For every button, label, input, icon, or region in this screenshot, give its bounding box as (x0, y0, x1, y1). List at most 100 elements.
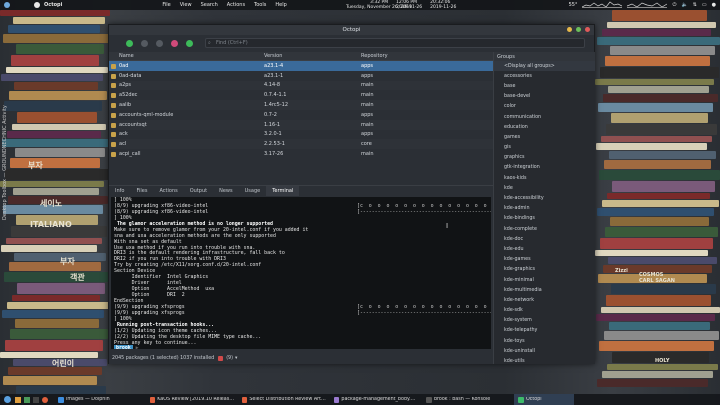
list-item[interactable]: kde-doc (494, 234, 595, 244)
list-item[interactable]: kde-utils (494, 356, 595, 366)
tab-news[interactable]: News (213, 186, 239, 196)
maximize-icon[interactable] (576, 27, 581, 32)
tab-output[interactable]: Output (184, 186, 213, 196)
activity-icon[interactable] (15, 396, 21, 403)
wallpaper-book (2, 310, 104, 318)
sync-icon[interactable] (126, 39, 133, 47)
column-name[interactable]: Name (109, 53, 264, 59)
app-menu-icon[interactable] (4, 2, 10, 8)
rollback-icon[interactable] (156, 39, 163, 47)
menu-file[interactable]: File (162, 2, 170, 8)
taskbar-task[interactable]: Octopi (514, 394, 574, 405)
wallpaper-book (609, 322, 710, 330)
list-item[interactable]: games (494, 132, 595, 142)
list-item[interactable]: kde-network (494, 295, 595, 305)
wallpaper-book (5, 340, 103, 351)
package-name: a2ps (109, 82, 264, 89)
column-repository[interactable]: Repository (361, 53, 493, 59)
find-input[interactable]: ⌕ Find (Ctrl+F) (205, 38, 585, 48)
list-item[interactable]: kde-graphics (494, 265, 595, 275)
tab-usage[interactable]: Usage (239, 186, 267, 196)
table-row[interactable]: a2ps 4.14-8 main (109, 80, 493, 91)
list-item[interactable]: education (494, 122, 595, 132)
list-item[interactable]: <Display all groups> (494, 61, 595, 72)
wallpaper-book (0, 181, 104, 187)
dropdown-icon[interactable]: ▾ (235, 356, 237, 361)
list-item[interactable]: kde-minimal (494, 275, 595, 285)
browser-icon[interactable] (42, 396, 48, 403)
wallpaper-book (610, 217, 709, 226)
list-item[interactable]: kde-games (494, 255, 595, 265)
tab-info[interactable]: Info (109, 186, 130, 196)
table-row[interactable]: 0ad a23.1-4 apps (109, 61, 493, 71)
table-row[interactable]: aalib 1.4rc5-12 main (109, 100, 493, 110)
menu-view[interactable]: View (180, 2, 192, 8)
launcher-icon[interactable] (4, 396, 11, 403)
network-icon[interactable]: ⇅ (693, 2, 697, 8)
wallpaper-book (10, 329, 108, 339)
column-version[interactable]: Version (264, 53, 361, 59)
wallpaper-book (1, 74, 103, 81)
table-row[interactable]: acl 2.2.53-1 core (109, 139, 493, 150)
taskbar-task[interactable]: images — Dolphin (54, 394, 146, 405)
taskbar-task[interactable]: Select Distribution Review Article ... (238, 394, 330, 405)
tab-terminal[interactable]: Terminal (266, 186, 300, 196)
wallpaper-book (5, 169, 109, 180)
table-row[interactable]: a52dec 0.7.4-1.1 main (109, 90, 493, 100)
tab-actions[interactable]: Actions (153, 186, 183, 196)
battery-icon[interactable]: ▭ (702, 2, 707, 8)
commit-icon[interactable] (141, 39, 148, 47)
window-title: Octopi (342, 27, 361, 33)
list-item[interactable]: base (494, 81, 595, 91)
list-item[interactable]: kde-system (494, 316, 595, 326)
list-item[interactable]: kde-edu (494, 244, 595, 254)
table-row[interactable]: accounts-qml-module 0.7-2 apps (109, 110, 493, 120)
menu-actions[interactable]: Actions (227, 2, 245, 8)
window-titlebar[interactable]: Octopi (109, 25, 594, 35)
list-item[interactable]: kde-admin (494, 204, 595, 214)
terminal-icon[interactable] (186, 39, 193, 47)
menu-tools[interactable]: Tools (254, 2, 266, 8)
menu-search[interactable]: Search (201, 2, 218, 8)
table-row[interactable]: ack 3.2.0-1 apps (109, 130, 493, 140)
wallpaper-book (3, 376, 97, 385)
package-icon (111, 73, 116, 79)
table-row[interactable]: 0ad-data a23.1-1 apps (109, 71, 493, 81)
taskbar-task[interactable]: brook : bash — Konsole (422, 394, 514, 405)
menu-help[interactable]: Help (275, 2, 286, 8)
tab-files[interactable]: Files (130, 186, 153, 196)
list-item[interactable]: graphics (494, 153, 595, 163)
system-upgrade-icon[interactable] (171, 39, 178, 47)
package-name: accounts-qml-module (109, 112, 264, 118)
taskbar-task[interactable]: package-management_body.html... (330, 394, 422, 405)
list-item[interactable]: color (494, 102, 595, 112)
list-item[interactable]: kde-telepathy (494, 326, 595, 336)
close-icon[interactable] (585, 27, 590, 32)
files-icon[interactable] (24, 396, 30, 403)
list-item[interactable]: kde-bindings (494, 214, 595, 224)
list-item[interactable]: kde-sdk (494, 306, 595, 316)
list-item[interactable]: kaos-kids (494, 173, 595, 183)
wallpaper-book (13, 17, 105, 24)
notifications-icon[interactable]: ● (712, 2, 716, 8)
terminal-output[interactable]: ] 100% (8/9) upgrading xf86-video-intel [c… (111, 197, 491, 349)
list-item[interactable]: gis (494, 143, 595, 153)
list-item[interactable]: gtk-integration (494, 163, 595, 173)
list-item[interactable]: kde-multimedia (494, 285, 595, 295)
table-row[interactable]: acpi_call 3.17-26 main (109, 149, 493, 159)
outdated-count[interactable]: (9) (226, 356, 233, 361)
list-item[interactable]: communication (494, 112, 595, 122)
list-item[interactable]: kde-accessibility (494, 193, 595, 203)
table-row[interactable]: accountsqt 1.16-1 main (109, 119, 493, 130)
volume-icon[interactable]: 🔈 (681, 2, 687, 8)
list-item[interactable]: accessories (494, 71, 595, 81)
power-icon[interactable]: ⏻ (672, 2, 676, 8)
minimize-icon[interactable] (567, 27, 572, 32)
terminal-launcher-icon[interactable] (33, 396, 39, 403)
list-item[interactable]: kde-toys (494, 336, 595, 346)
list-item[interactable]: kde (494, 183, 595, 193)
list-item[interactable]: kde-complete (494, 224, 595, 234)
list-item[interactable]: base-devel (494, 92, 595, 102)
taskbar-task[interactable]: KaOS Review [2019.10 Release] Ka... (146, 394, 238, 405)
list-item[interactable]: kde-uninstall (494, 346, 595, 356)
